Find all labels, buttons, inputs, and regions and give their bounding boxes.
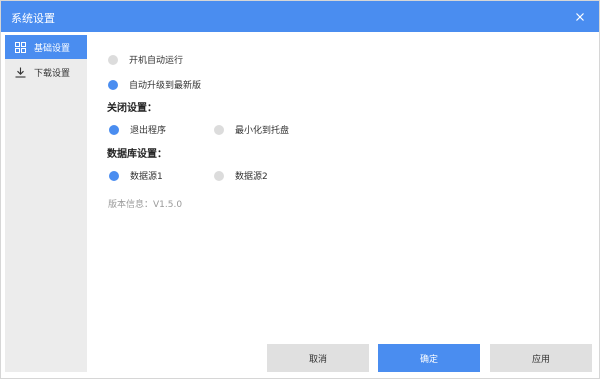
sidebar-item-label: 下载设置 [34,68,71,79]
close-icon [576,12,584,21]
exit-program-option[interactable]: 退出程序 [109,123,166,136]
cancel-button[interactable]: 取消 [267,344,369,372]
sidebar: 基础设置 下载设置 [5,35,87,372]
datasource-2-radio[interactable] [214,170,224,181]
download-icon [14,66,26,78]
confirm-button[interactable]: 确定 [378,344,480,372]
minimize-tray-radio[interactable] [214,124,224,135]
auto-upgrade-label: 自动升级到最新版 [129,81,202,91]
database-settings-title: 数据库设置： [107,149,167,160]
window-title: 系统设置 [11,12,55,25]
auto-upgrade-option[interactable]: 自动升级到最新版 [108,78,201,91]
datasource-1-label: 数据源1 [130,172,163,182]
minimize-tray-option[interactable]: 最小化到托盘 [214,123,289,136]
exit-program-label: 退出程序 [130,126,167,136]
auto-start-radio[interactable] [108,54,118,65]
datasource-1-radio[interactable] [109,170,119,181]
close-settings-title: 关闭设置： [107,103,157,114]
settings-content: 开机自动运行 自动升级到最新版 关闭设置： 退出程序 最小化到托盘 数据库设置：… [96,35,596,375]
auto-start-option[interactable]: 开机自动运行 [108,53,183,66]
version-info: 版本信息：V1.5.0 [108,200,183,210]
exit-program-radio[interactable] [109,124,119,135]
datasource-1-option[interactable]: 数据源1 [109,169,163,182]
datasource-2-label: 数据源2 [235,172,268,182]
datasource-2-option[interactable]: 数据源2 [214,169,268,182]
close-button[interactable] [561,1,599,32]
auto-upgrade-radio[interactable] [108,79,118,90]
sidebar-item-label: 基础设置 [34,43,71,54]
minimize-tray-label: 最小化到托盘 [235,126,290,136]
grid-icon [14,41,26,53]
sidebar-item-basic-settings[interactable]: 基础设置 [5,35,87,59]
title-bar: 系统设置 [1,1,599,32]
settings-window: 系统设置 基础设置 下载设置 开机自动运行 自动升级到最新版 关闭设置： 退出程… [0,0,600,379]
auto-start-label: 开机自动运行 [129,56,184,66]
sidebar-item-download-settings[interactable]: 下载设置 [5,60,87,84]
apply-button[interactable]: 应用 [490,344,592,372]
